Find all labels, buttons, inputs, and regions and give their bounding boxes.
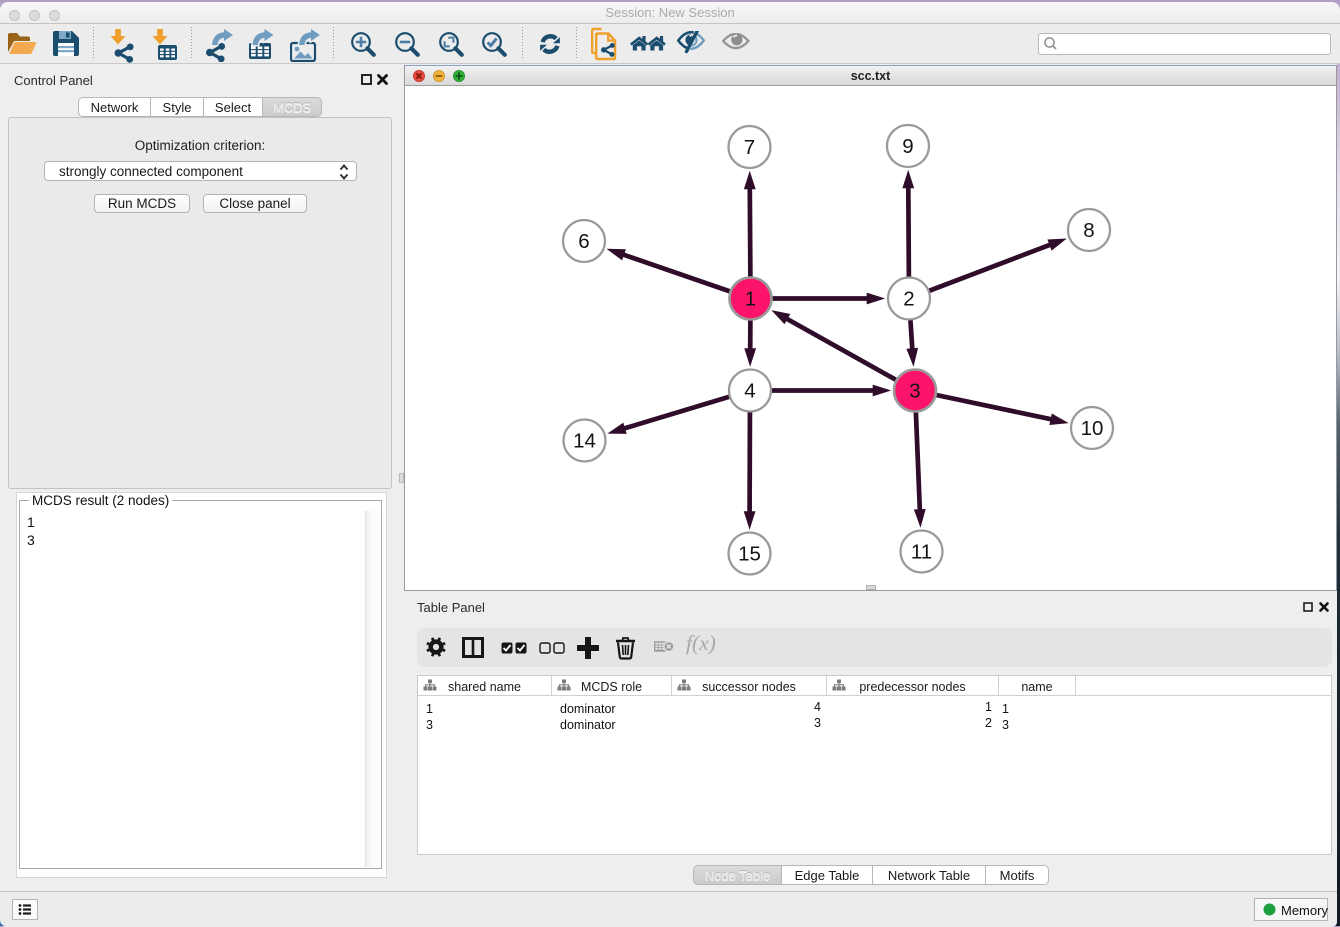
svg-text:2: 2 [903, 288, 914, 311]
svg-text:9: 9 [902, 135, 913, 158]
svg-text:1: 1 [745, 288, 756, 311]
svg-text:7: 7 [744, 136, 755, 159]
svg-text:11: 11 [911, 541, 932, 564]
svg-text:6: 6 [578, 230, 589, 253]
svg-text:3: 3 [909, 380, 920, 403]
svg-text:15: 15 [738, 543, 761, 566]
svg-text:14: 14 [573, 430, 596, 453]
svg-text:10: 10 [1081, 417, 1104, 440]
svg-text:4: 4 [744, 380, 755, 403]
svg-text:8: 8 [1083, 219, 1094, 242]
